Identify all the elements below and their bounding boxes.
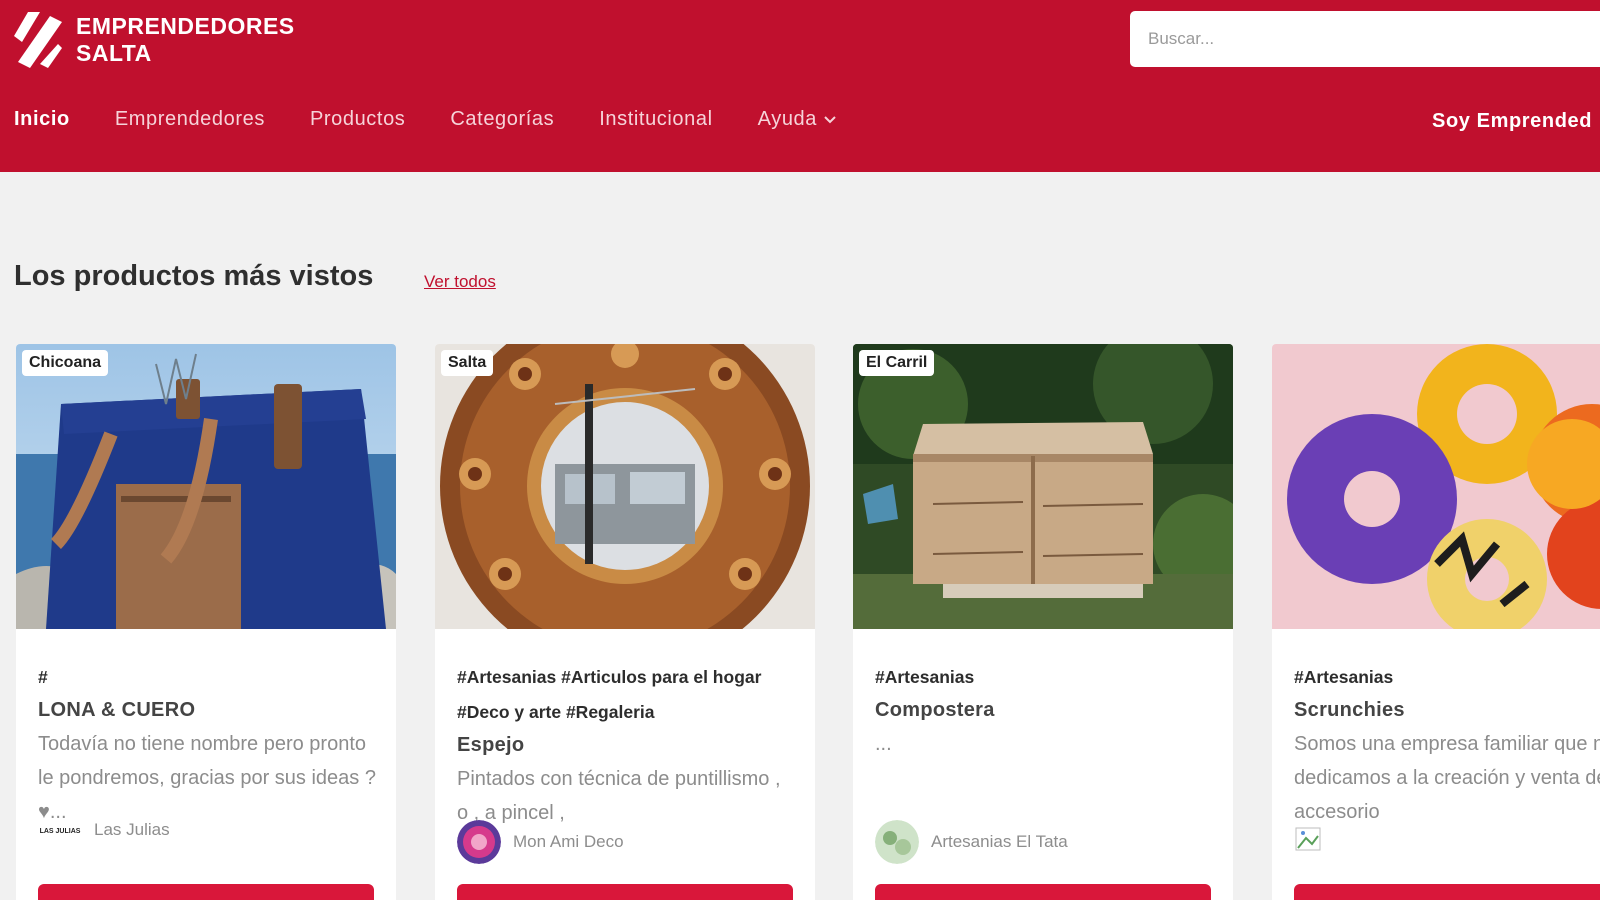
- product-action-button[interactable]: [457, 884, 793, 900]
- main-nav: Inicio Emprendedores Productos Categoría…: [14, 108, 882, 131]
- product-card[interactable]: Salta #Artesanias #Articulos para el hog…: [435, 344, 815, 900]
- product-description: Todavía no tiene nombre pero pronto le p…: [38, 733, 376, 823]
- chevron-down-icon: [824, 115, 836, 123]
- product-info: #Artesanias #Articulos para el hogar #De…: [457, 660, 797, 830]
- soy-emprendedor-link[interactable]: Soy Emprended: [1432, 110, 1592, 133]
- product-description: Somos una empresa familiar que nos dedic…: [1294, 733, 1600, 823]
- site-header: EMPRENDEDORES SALTA Inicio Emprendedores…: [0, 0, 1600, 172]
- product-action-button[interactable]: [875, 884, 1211, 900]
- seller-logo: LAS JULIAS: [38, 820, 82, 840]
- seller-name: Artesanias El Tata: [931, 832, 1068, 851]
- brand-logo[interactable]: EMPRENDEDORES SALTA: [14, 12, 295, 68]
- seller-info[interactable]: Artesanias El Tata: [875, 820, 1068, 864]
- seller-info[interactable]: Mon Ami Deco: [457, 820, 624, 864]
- nav-item-categorias[interactable]: Categorías: [450, 108, 554, 131]
- seller-name: Mon Ami Deco: [513, 832, 624, 851]
- nav-item-ayuda-label: Ayuda: [757, 108, 818, 130]
- product-info: #Artesanias Scrunchies Somos una empresa…: [1294, 660, 1600, 829]
- logo-text: EMPRENDEDORES SALTA: [76, 13, 295, 67]
- logo-mark-icon: [14, 12, 62, 68]
- product-action-button[interactable]: [38, 884, 374, 900]
- seller-avatar: [875, 820, 919, 864]
- product-action-button[interactable]: [1294, 884, 1600, 900]
- product-title[interactable]: Espejo: [457, 730, 797, 760]
- product-title[interactable]: Scrunchies: [1294, 695, 1600, 725]
- product-image[interactable]: Chicoana: [16, 344, 396, 629]
- see-all-link[interactable]: Ver todos: [424, 272, 496, 292]
- product-card[interactable]: #Artesanias Scrunchies Somos una empresa…: [1272, 344, 1600, 900]
- product-card[interactable]: Chicoana # LONA & CUERO Todavía no tiene…: [16, 344, 396, 900]
- location-badge: Salta: [441, 350, 494, 376]
- product-image[interactable]: [1272, 344, 1600, 629]
- product-title[interactable]: Compostera: [875, 695, 1215, 725]
- seller-logo-text: LAS JULIAS: [40, 828, 81, 835]
- product-description: ...: [875, 733, 892, 755]
- seller-info[interactable]: [1294, 820, 1338, 864]
- nav-item-ayuda[interactable]: Ayuda: [758, 108, 837, 131]
- seller-avatar: [457, 820, 501, 864]
- nav-item-inicio[interactable]: Inicio: [14, 108, 70, 131]
- seller-info[interactable]: LAS JULIAS Las Julias: [38, 820, 170, 840]
- product-tags: #Artesanias: [1294, 667, 1394, 687]
- broken-image-icon: [1294, 820, 1338, 864]
- location-badge: El Carril: [859, 350, 935, 376]
- product-image[interactable]: El Carril: [853, 344, 1233, 629]
- nav-item-emprendedores[interactable]: Emprendedores: [115, 108, 265, 131]
- product-image[interactable]: Salta: [435, 344, 815, 629]
- product-info: #Artesanias Compostera ...: [875, 660, 1215, 761]
- product-card[interactable]: El Carril #Artesanias Compostera ... Art…: [853, 344, 1233, 900]
- product-tags: #Artesanias: [875, 667, 975, 687]
- logo-line-2: SALTA: [76, 40, 152, 66]
- nav-item-productos[interactable]: Productos: [310, 108, 405, 131]
- product-info: # LONA & CUERO Todavía no tiene nombre p…: [38, 660, 378, 829]
- section-title: Los productos más vistos: [14, 260, 374, 292]
- product-tags: #Artesanias #Articulos para el hogar #De…: [457, 667, 762, 722]
- nav-item-institucional[interactable]: Institucional: [599, 108, 712, 131]
- product-title[interactable]: LONA & CUERO: [38, 695, 378, 725]
- logo-line-1: EMPRENDEDORES: [76, 13, 295, 39]
- location-badge: Chicoana: [22, 350, 109, 376]
- product-tags: #: [38, 667, 48, 687]
- search-input[interactable]: [1130, 11, 1600, 67]
- seller-name: Las Julias: [94, 820, 170, 839]
